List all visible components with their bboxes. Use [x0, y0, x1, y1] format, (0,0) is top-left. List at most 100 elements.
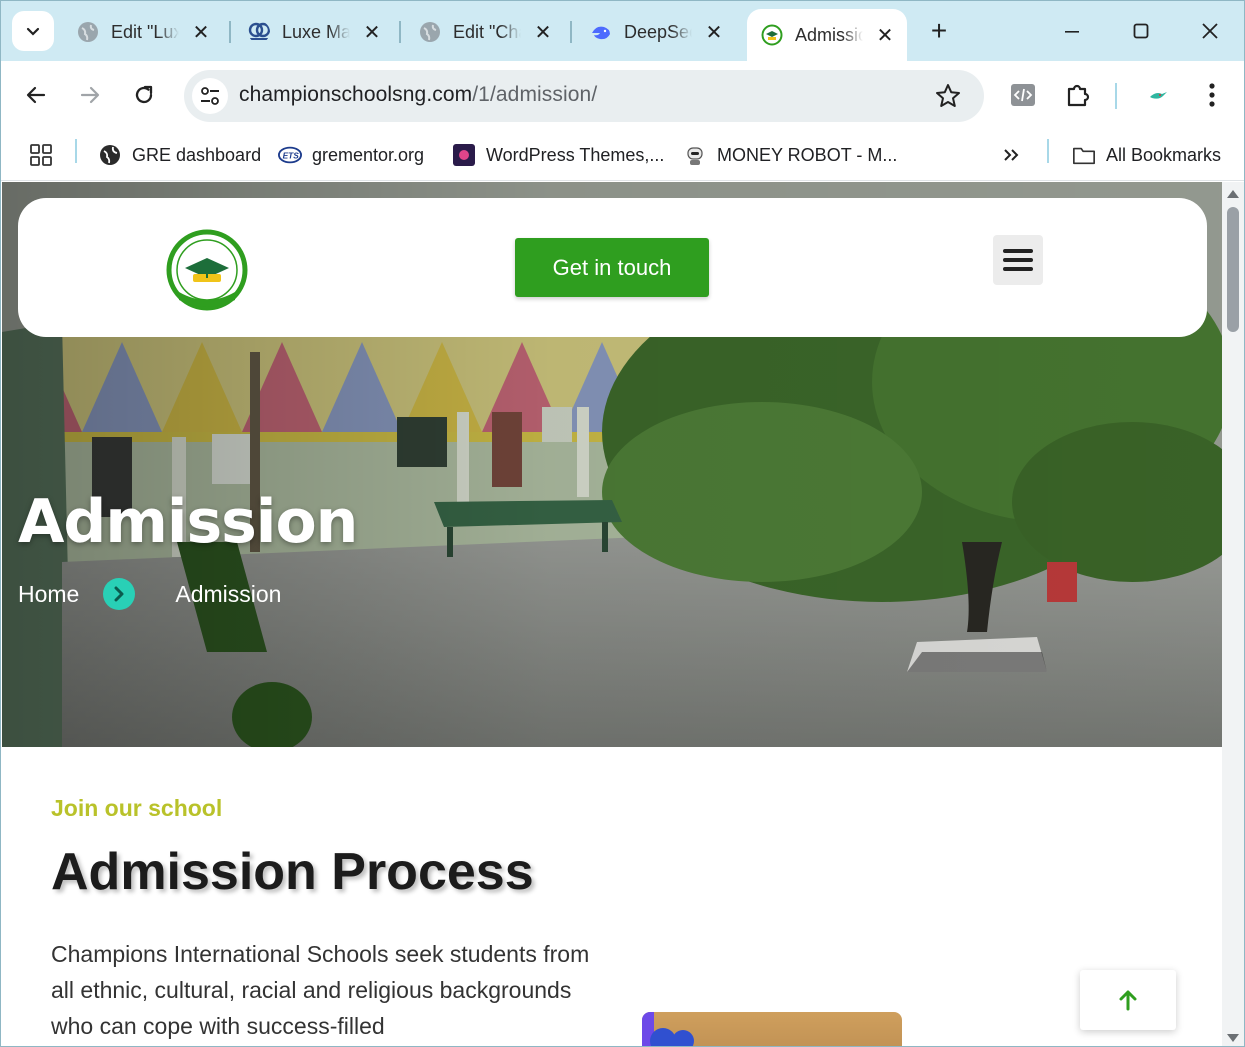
double-chevron-right-icon: [1004, 149, 1019, 161]
arrow-left-icon: [26, 86, 46, 104]
tab-title: Edit "Champions: [453, 21, 521, 42]
chevron-right-icon: [103, 578, 136, 610]
section-title: Admission Process: [51, 843, 534, 901]
bookmark-money-robot[interactable]: MONEY ROBOT - M...: [683, 139, 897, 171]
chevron-down-icon: [26, 27, 40, 36]
tab-title: DeepSeek: [624, 21, 692, 42]
deepseek-whale-icon: [592, 26, 610, 40]
new-tab-button[interactable]: +: [925, 15, 953, 47]
admission-photo: [642, 1012, 902, 1046]
globe-icon: [78, 22, 98, 42]
extensions-button[interactable]: [1062, 79, 1094, 111]
tab-divider: [399, 21, 401, 43]
tab-title: Luxe Manor: [282, 21, 350, 42]
close-icon[interactable]: ✕: [875, 23, 895, 48]
scroll-down-arrow[interactable]: [1227, 1034, 1239, 1042]
page-title: Admission: [18, 487, 358, 557]
arrow-up-icon: [1119, 990, 1137, 1011]
profile-extension-button[interactable]: [1142, 79, 1174, 111]
globe-icon: [420, 22, 440, 42]
bookmarks-divider: [75, 139, 77, 163]
apps-button[interactable]: [29, 139, 53, 171]
breadcrumb-current: Admission: [175, 580, 282, 607]
reload-button[interactable]: [126, 77, 162, 113]
robot-icon: [683, 143, 707, 167]
bookmark-grementor[interactable]: ETS grementor.org: [278, 139, 424, 171]
bookmark-wordpress-themes[interactable]: WordPress Themes,...: [452, 139, 664, 171]
all-bookmarks-button[interactable]: All Bookmarks: [1072, 139, 1221, 171]
url-text[interactable]: championschoolsng.com/1/admission/: [239, 83, 597, 107]
hamburger-menu-button[interactable]: [993, 235, 1043, 285]
tab-search-button[interactable]: [12, 11, 54, 51]
bookmark-label: MONEY ROBOT - M...: [717, 144, 898, 165]
site-header: Get in touch: [18, 198, 1207, 337]
breadcrumb: Home Admission: [18, 578, 281, 610]
tab-strip: Edit "Luxe ✕ Luxe Manor ✕ Edit "Champion…: [1, 1, 1244, 61]
tab-deepseek[interactable]: DeepSeek ✕: [576, 9, 724, 55]
tab-divider: [570, 21, 572, 43]
url-host: championschoolsng.com: [239, 83, 473, 106]
toolbar-divider: [1115, 83, 1117, 109]
browser-menu-button[interactable]: [1196, 79, 1228, 111]
code-icon: [1011, 84, 1035, 106]
bookmarks-bar: GRE dashboard ETS grementor.org WordPres…: [1, 131, 1244, 181]
bookmark-star-icon[interactable]: [934, 82, 962, 110]
browser-window: Edit "Luxe ✕ Luxe Manor ✕ Edit "Champion…: [0, 0, 1245, 1047]
menu-bar: [1003, 249, 1033, 253]
minimize-button[interactable]: [1052, 15, 1092, 47]
ets-icon: ETS: [278, 143, 302, 167]
section-eyebrow: Join our school: [51, 795, 223, 821]
close-icon[interactable]: ✕: [533, 20, 553, 45]
hummingbird-icon: [1150, 92, 1167, 99]
hero-banner: Get in touch Admission Home Admission: [2, 182, 1222, 747]
menu-bar: [1003, 258, 1033, 262]
minimize-icon: [1065, 31, 1079, 33]
get-in-touch-button[interactable]: Get in touch: [515, 238, 709, 297]
svg-text:ETS: ETS: [283, 151, 300, 161]
page-viewport: Get in touch Admission Home Admission Jo…: [2, 182, 1222, 1046]
tab-admission[interactable]: Admission ✕: [747, 9, 907, 61]
page-scrollbar[interactable]: [1222, 182, 1244, 1046]
maximize-button[interactable]: [1121, 15, 1161, 47]
close-icon[interactable]: ✕: [191, 20, 211, 45]
forward-button[interactable]: [72, 77, 108, 113]
close-icon[interactable]: ✕: [704, 20, 724, 45]
back-button[interactable]: [18, 77, 54, 113]
more-bookmarks-button[interactable]: [1001, 139, 1021, 171]
tab-edit-champions[interactable]: Edit "Champions ✕: [405, 9, 553, 55]
themeforest-icon: [452, 143, 476, 167]
bookmark-label: grementor.org: [312, 144, 425, 165]
close-icon[interactable]: ✕: [362, 20, 382, 45]
reload-icon: [135, 85, 153, 104]
globe-icon: [98, 143, 122, 167]
maximize-icon: [1133, 23, 1149, 39]
scroll-thumb[interactable]: [1227, 207, 1239, 332]
back-to-top-button[interactable]: [1080, 970, 1176, 1030]
browser-toolbar: championschoolsng.com/1/admission/: [1, 61, 1244, 131]
menu-bar: [1003, 267, 1033, 271]
site-info-button[interactable]: [192, 78, 228, 114]
close-icon: [1202, 23, 1218, 39]
luxe-logo-icon: [248, 22, 270, 40]
scroll-up-arrow[interactable]: [1227, 190, 1239, 198]
photo-detail: [672, 1030, 694, 1046]
folder-icon: [1072, 143, 1096, 167]
breadcrumb-home-link[interactable]: Home: [18, 581, 79, 608]
tab-luxe-manor[interactable]: Luxe Manor ✕: [234, 9, 382, 55]
school-logo[interactable]: [165, 228, 249, 312]
close-window-button[interactable]: [1190, 15, 1230, 47]
arrow-right-icon: [80, 86, 100, 104]
section-body: Champions International Schools seek stu…: [51, 941, 590, 1039]
puzzle-icon: [1067, 84, 1090, 107]
bookmark-label: GRE dashboard: [132, 144, 262, 165]
bookmark-gre-dashboard[interactable]: GRE dashboard: [98, 139, 261, 171]
all-bookmarks-label: All Bookmarks: [1106, 144, 1222, 165]
tab-edit-luxe[interactable]: Edit "Luxe ✕: [63, 9, 211, 55]
bookmark-label: WordPress Themes,...: [486, 144, 665, 165]
code-extension-button[interactable]: [1007, 79, 1039, 111]
tune-icon: [201, 87, 219, 105]
tab-title: Edit "Luxe: [111, 21, 179, 42]
apps-grid-icon: [30, 144, 52, 166]
address-bar[interactable]: championschoolsng.com/1/admission/: [184, 70, 984, 122]
url-path: /1/admission/: [472, 83, 598, 106]
